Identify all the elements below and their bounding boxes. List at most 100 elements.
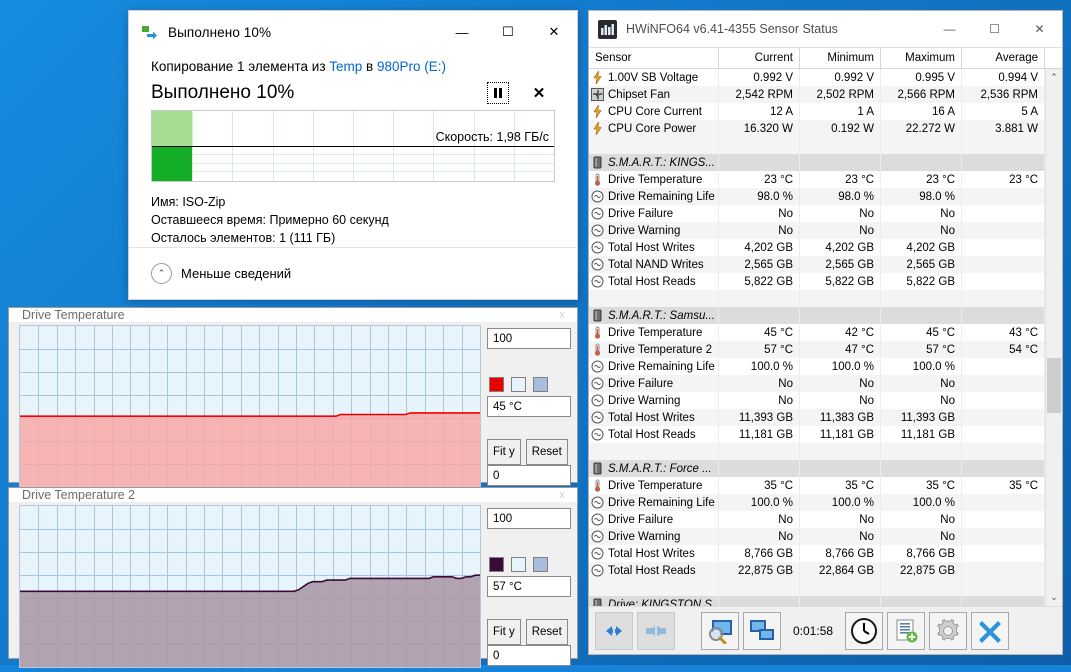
sensor-row[interactable]: Drive Remaining Life 98.0 % 98.0 % 98.0 % bbox=[589, 188, 1045, 205]
sensor-row[interactable]: Drive Temperature 45 °C 42 °C 45 °C 43 °C bbox=[589, 324, 1045, 341]
collapse-all-button[interactable] bbox=[637, 611, 675, 650]
sensor-row[interactable]: Drive Warning No No No bbox=[589, 222, 1045, 239]
sensor-maximum-value: No bbox=[881, 375, 962, 392]
graph1-line-color-swatch[interactable] bbox=[489, 377, 504, 392]
graph1-ymin-input[interactable]: 0 bbox=[487, 465, 571, 486]
sensor-current-value: 98.0 % bbox=[719, 188, 800, 205]
scroll-up-arrow-icon[interactable]: ⌃ bbox=[1046, 69, 1062, 86]
sensor-current-value: 5,822 GB bbox=[719, 273, 800, 290]
sensor-group-row[interactable]: Drive: KINGSTON S... bbox=[589, 596, 1045, 606]
hwinfo-maximize-button[interactable]: ☐ bbox=[972, 11, 1017, 47]
copy-dialog-footer[interactable]: ⌃ Меньше сведений bbox=[129, 247, 577, 299]
sensor-settings-button[interactable] bbox=[701, 611, 739, 650]
scrollbar-thumb[interactable] bbox=[1047, 357, 1061, 413]
copy-close-button[interactable]: ✕ bbox=[531, 11, 577, 53]
sensor-name: Drive Remaining Life bbox=[589, 358, 719, 375]
graph1-ymax-input[interactable]: 100 bbox=[487, 328, 571, 349]
copy-destination-link[interactable]: 980Pro (E:) bbox=[377, 59, 446, 74]
sensor-row[interactable]: Drive Temperature 2 57 °C 47 °C 57 °C 54 °C bbox=[589, 341, 1045, 358]
graph2-fit-y-button[interactable]: Fit y bbox=[487, 619, 521, 645]
graph2-reset-button[interactable]: Reset bbox=[525, 619, 568, 645]
sensor-row[interactable]: Drive Remaining Life 100.0 % 100.0 % 100.0 … bbox=[589, 358, 1045, 375]
sensor-row[interactable]: Drive Temperature 35 °C 35 °C 35 °C 35 °C bbox=[589, 477, 1045, 494]
sensor-group-row[interactable]: S.M.A.R.T.: Samsu... bbox=[589, 307, 1045, 324]
sensor-current-value: 45 °C bbox=[719, 324, 800, 341]
graph2-line-color-swatch[interactable] bbox=[489, 557, 504, 572]
sensor-row[interactable]: Total NAND Writes 2,565 GB 2,565 GB 2,565 G… bbox=[589, 256, 1045, 273]
sensor-maximum-value: 11,181 GB bbox=[881, 426, 962, 443]
graph1-close-icon[interactable]: x bbox=[547, 309, 577, 321]
sensor-row[interactable]: CPU Core Power 16.320 W 0.192 W 22.272 W 3.8… bbox=[589, 120, 1045, 137]
sensor-row[interactable]: Total Host Writes 8,766 GB 8,766 GB 8,766 G… bbox=[589, 545, 1045, 562]
sensor-row[interactable]: Drive Remaining Life 100.0 % 100.0 % 100.0 … bbox=[589, 494, 1045, 511]
sensor-row[interactable]: Total Host Reads 5,822 GB 5,822 GB 5,822 GB bbox=[589, 273, 1045, 290]
sensor-group-row[interactable]: S.M.A.R.T.: Force ... bbox=[589, 460, 1045, 477]
arrows-in-icon bbox=[646, 625, 666, 636]
logging-button[interactable] bbox=[887, 611, 926, 650]
hwinfo-close-button[interactable]: ✕ bbox=[1017, 11, 1062, 47]
sensor-average-value bbox=[962, 392, 1045, 409]
graph1-color-swatches[interactable] bbox=[489, 377, 571, 392]
sensor-row[interactable]: Total Host Writes 11,393 GB 11,383 GB 11,39… bbox=[589, 409, 1045, 426]
graph2-ymax-input[interactable]: 100 bbox=[487, 508, 571, 529]
close-app-button[interactable] bbox=[971, 611, 1010, 650]
sensor-row[interactable]: Drive Failure No No No bbox=[589, 205, 1045, 222]
sensor-row[interactable]: Drive Temperature 23 °C 23 °C 23 °C 23 °C bbox=[589, 171, 1045, 188]
sensor-average-value bbox=[962, 511, 1045, 528]
spacer-row bbox=[589, 443, 1045, 460]
copy-maximize-button[interactable]: ☐ bbox=[485, 11, 531, 53]
sensor-row[interactable]: Drive Warning No No No bbox=[589, 528, 1045, 545]
sensor-row[interactable]: Drive Failure No No No bbox=[589, 511, 1045, 528]
sensor-row[interactable]: Drive Warning No No No bbox=[589, 392, 1045, 409]
graph2-close-icon[interactable]: x bbox=[547, 489, 577, 501]
sensor-group-row[interactable]: S.M.A.R.T.: KINGS... bbox=[589, 154, 1045, 171]
sensor-minimum-value: 47 °C bbox=[800, 341, 881, 358]
graph2-background-color-swatch[interactable] bbox=[511, 557, 526, 572]
drive-icon bbox=[591, 309, 604, 322]
graph2-grid-color-swatch[interactable] bbox=[533, 557, 548, 572]
graph1-grid-color-swatch[interactable] bbox=[533, 377, 548, 392]
pause-button[interactable] bbox=[487, 82, 509, 104]
graph1-titlebar[interactable]: Drive Temperature x bbox=[9, 308, 577, 323]
cancel-button[interactable]: ✕ bbox=[529, 83, 549, 103]
copy-dialog-titlebar[interactable]: Выполнено 10% — ☐ ✕ bbox=[129, 11, 577, 53]
reset-timer-button[interactable] bbox=[845, 611, 884, 650]
hwinfo-titlebar[interactable]: HWiNFO64 v6.41-4355 Sensor Status — ☐ ✕ bbox=[589, 11, 1062, 47]
sensor-maximum-value: 98.0 % bbox=[881, 188, 962, 205]
sensor-row[interactable]: Total Host Writes 4,202 GB 4,202 GB 4,202 G… bbox=[589, 239, 1045, 256]
graph2-titlebar[interactable]: Drive Temperature 2 x bbox=[9, 488, 577, 503]
graph2-color-swatches[interactable] bbox=[489, 557, 571, 572]
sensor-row[interactable]: Drive Failure No No No bbox=[589, 375, 1045, 392]
graph1-reset-button[interactable]: Reset bbox=[525, 439, 568, 465]
scroll-down-arrow-icon[interactable]: ⌄ bbox=[1046, 589, 1062, 606]
hwinfo-minimize-button[interactable]: — bbox=[927, 11, 972, 47]
column-header-current[interactable]: Current bbox=[719, 48, 800, 68]
scrollbar-track[interactable] bbox=[1046, 86, 1062, 589]
sensor-row[interactable]: Total Host Reads 22,875 GB 22,864 GB 22,875… bbox=[589, 562, 1045, 579]
graph1-fit-y-button[interactable]: Fit y bbox=[487, 439, 521, 465]
expand-all-button[interactable] bbox=[595, 611, 633, 650]
copy-graph-speed-fill bbox=[152, 146, 193, 181]
sensor-current-value: 12 A bbox=[719, 103, 800, 120]
sensor-group-name: S.M.A.R.T.: KINGS... bbox=[589, 154, 719, 171]
sensor-row[interactable]: CPU Core Current 12 A1 A 16 A5 A bbox=[589, 103, 1045, 120]
graph1-plot[interactable] bbox=[19, 325, 481, 488]
column-header-average[interactable]: Average bbox=[962, 48, 1045, 68]
less-details-label[interactable]: Меньше сведений bbox=[181, 266, 291, 281]
copy-source-link[interactable]: Temp bbox=[329, 59, 362, 74]
sensor-maximum-value: 23 °C bbox=[881, 171, 962, 188]
sensor-row[interactable]: 1.00V SB Voltage 0.992 V 0.992 V 0.995 V 0.9… bbox=[589, 69, 1045, 86]
hwinfo-vertical-scrollbar[interactable]: ⌃ ⌄ bbox=[1045, 69, 1062, 606]
column-header-maximum[interactable]: Maximum bbox=[881, 48, 962, 68]
column-header-minimum[interactable]: Minimum bbox=[800, 48, 881, 68]
sensor-row[interactable]: Total Host Reads 11,181 GB 11,181 GB 11,181… bbox=[589, 426, 1045, 443]
graph2-plot[interactable] bbox=[19, 505, 481, 668]
sensor-row[interactable]: Chipset Fan 2,542 RPM 2,502 RPM 2,566 RPM 2,… bbox=[589, 86, 1045, 103]
copy-detail-name-key: Имя: bbox=[151, 195, 179, 209]
configure-button[interactable] bbox=[929, 611, 968, 650]
graph1-background-color-swatch[interactable] bbox=[511, 377, 526, 392]
copy-minimize-button[interactable]: — bbox=[439, 11, 485, 53]
column-header-sensor[interactable]: Sensor bbox=[589, 48, 719, 68]
graph2-ymin-input[interactable]: 0 bbox=[487, 645, 571, 666]
remote-monitor-button[interactable] bbox=[743, 611, 781, 650]
